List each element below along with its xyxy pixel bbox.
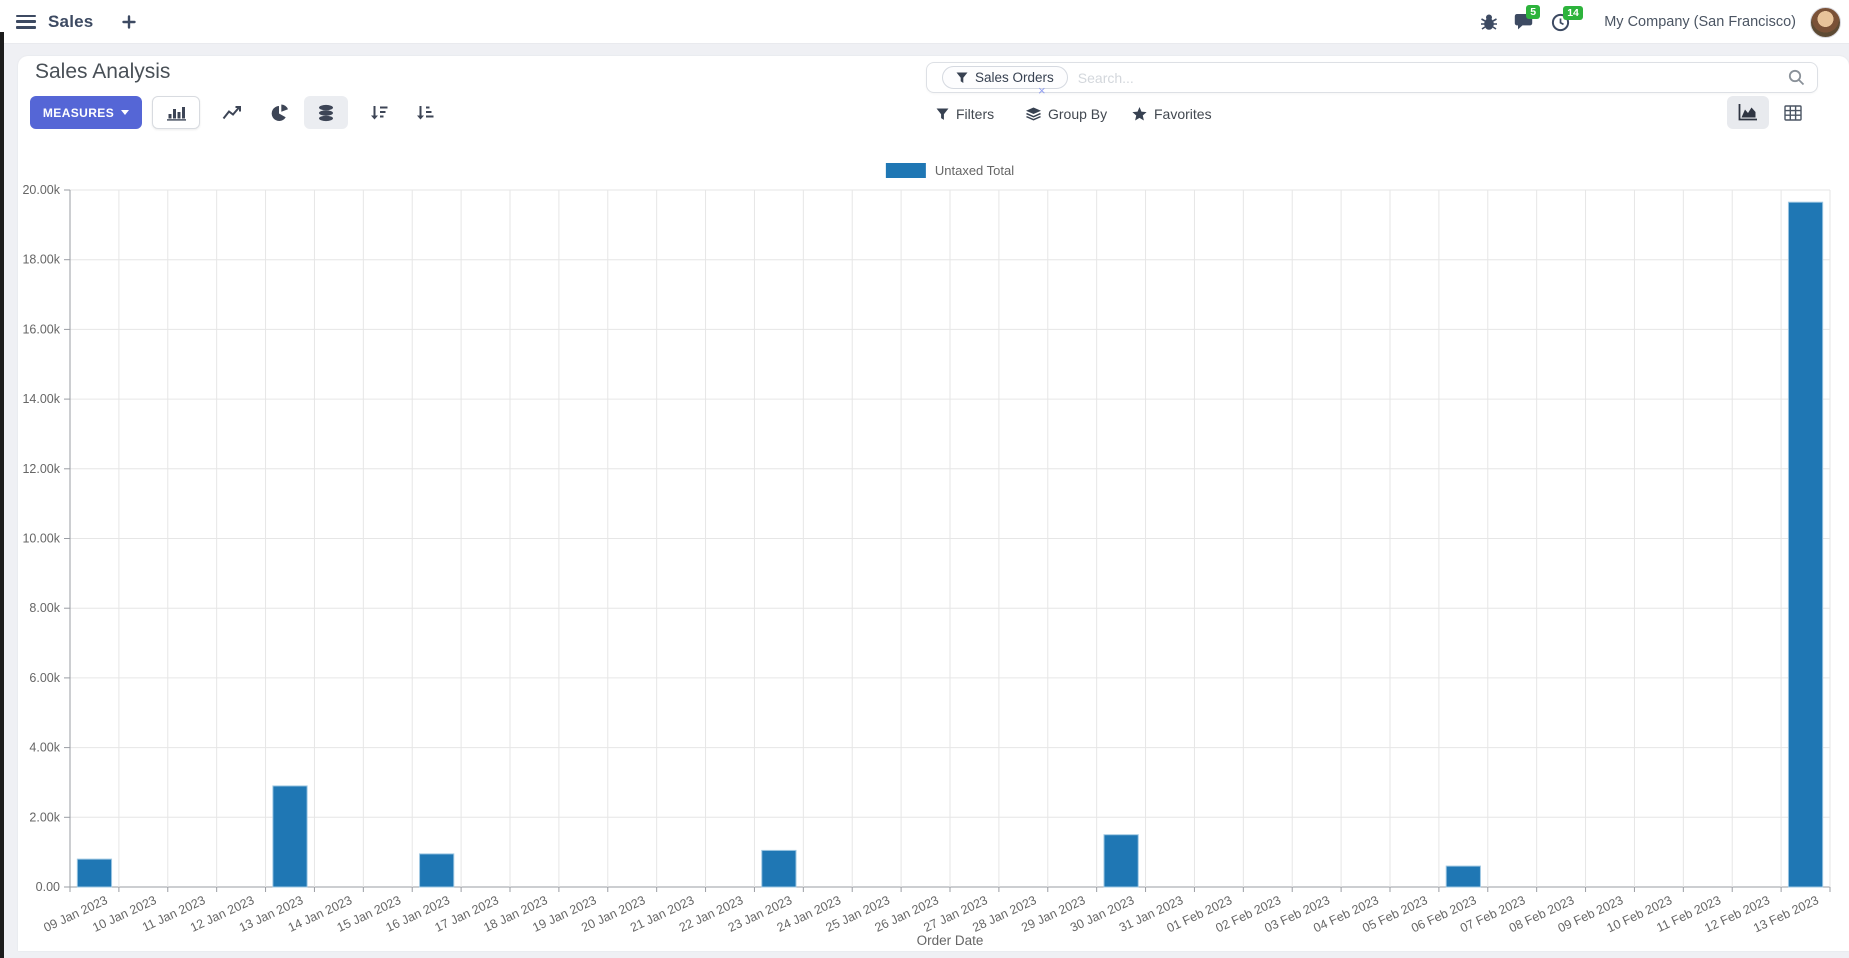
pie-chart-button[interactable] xyxy=(258,96,302,129)
filter-funnel-icon xyxy=(936,108,949,120)
stacked-toggle-button[interactable] xyxy=(304,96,348,129)
y-tick-label: 2.00k xyxy=(29,810,60,824)
filter-funnel-icon xyxy=(956,72,968,83)
y-tick-label: 16.00k xyxy=(22,322,60,336)
screen-edge xyxy=(0,32,4,958)
pivot-table-icon xyxy=(1784,104,1802,121)
bar-chart-button[interactable] xyxy=(152,96,200,129)
search-facet-sales-orders[interactable]: Sales Orders xyxy=(942,66,1068,89)
sales-analysis-bar-chart: 0.00 2.00k 4.00k 6.00k 8.00k 10.00k 12.00k 14.0… xyxy=(22,183,1831,948)
sort-ascending-button[interactable] xyxy=(404,96,446,129)
messages-icon[interactable]: 5 xyxy=(1514,5,1541,32)
area-chart-icon xyxy=(1738,104,1757,121)
apps-menu-icon[interactable] xyxy=(16,14,36,29)
group-by-button[interactable]: Group By xyxy=(1026,106,1107,122)
y-tick-label: 4.00k xyxy=(29,741,60,755)
facet-remove-icon[interactable]: × xyxy=(1038,84,1046,97)
measures-label: MEASURES xyxy=(42,105,115,120)
chart-bar[interactable] xyxy=(419,853,455,888)
filters-button[interactable]: Filters xyxy=(936,106,994,122)
y-tick-label: 8.00k xyxy=(29,601,60,615)
debug-bug-icon[interactable] xyxy=(1480,13,1498,31)
sort-descending-icon xyxy=(371,105,388,119)
y-tick-label: 10.00k xyxy=(22,532,60,546)
search-icon[interactable] xyxy=(1788,69,1805,86)
favorites-label: Favorites xyxy=(1154,106,1212,122)
layers-icon xyxy=(1026,107,1041,121)
star-icon xyxy=(1132,107,1147,121)
y-tick-label: 6.00k xyxy=(29,671,60,685)
top-navbar: Sales 5 14 My Company (San Francisco) xyxy=(0,0,1849,44)
search-input[interactable] xyxy=(1077,69,1788,86)
messages-count-badge: 5 xyxy=(1526,5,1541,19)
y-tick-label: 14.00k xyxy=(22,392,60,406)
activities-clock-icon[interactable]: 14 xyxy=(1551,5,1583,32)
pie-chart-icon xyxy=(271,104,288,121)
bar-chart-icon xyxy=(167,106,186,121)
sort-ascending-icon xyxy=(417,105,434,119)
favorites-button[interactable]: Favorites xyxy=(1132,106,1212,122)
graph-view-button[interactable] xyxy=(1727,96,1769,129)
search-bar[interactable]: Sales Orders xyxy=(926,62,1818,93)
line-chart-button[interactable] xyxy=(210,96,254,129)
x-axis-title: Order Date xyxy=(917,933,984,948)
chart-bar[interactable] xyxy=(1445,865,1481,888)
chart-bar[interactable] xyxy=(272,785,308,888)
app-name[interactable]: Sales xyxy=(48,12,93,32)
stacked-icon xyxy=(319,104,333,121)
user-avatar[interactable] xyxy=(1810,6,1841,38)
filters-label: Filters xyxy=(956,106,995,122)
chevron-down-icon xyxy=(121,110,130,115)
pivot-view-button[interactable] xyxy=(1772,96,1814,129)
y-tick-label: 18.00k xyxy=(22,253,60,267)
company-switcher[interactable]: My Company (San Francisco) xyxy=(1604,14,1796,30)
page-title: Sales Analysis xyxy=(35,60,171,83)
group-by-label: Group By xyxy=(1048,106,1108,122)
y-tick-label: 0.00 xyxy=(36,880,60,894)
chart-bar[interactable] xyxy=(1103,834,1139,888)
line-chart-icon xyxy=(222,105,241,119)
y-tick-label: 20.00k xyxy=(22,183,60,197)
chart-bar[interactable] xyxy=(1787,201,1824,888)
chart-bar[interactable] xyxy=(761,849,797,888)
sort-descending-button[interactable] xyxy=(358,96,400,129)
plus-icon[interactable] xyxy=(121,14,137,30)
chart-bar[interactable] xyxy=(76,858,113,888)
measures-button[interactable]: MEASURES xyxy=(30,96,142,129)
activities-count-badge: 14 xyxy=(1563,5,1583,20)
y-tick-label: 12.00k xyxy=(22,462,60,476)
